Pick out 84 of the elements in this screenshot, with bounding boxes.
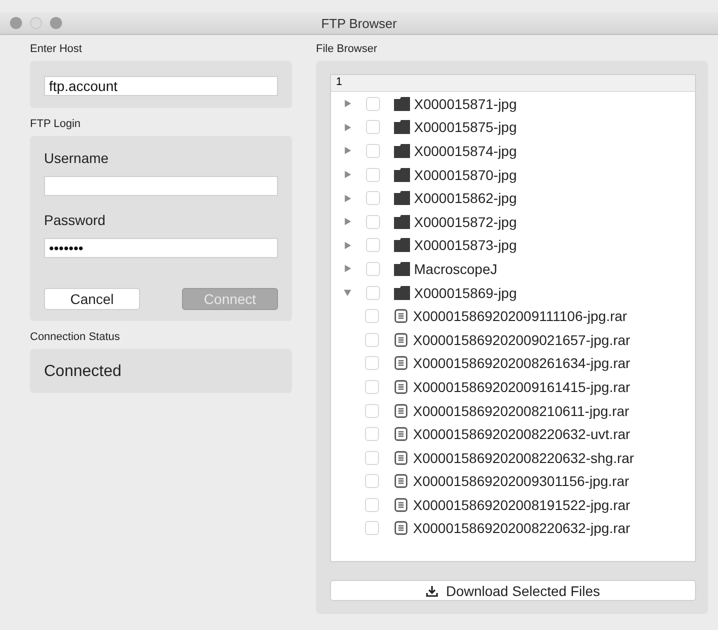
folder-icon (394, 262, 410, 276)
document-icon (393, 427, 409, 442)
file-name[interactable]: X000015869202009301156-jpg.rar (413, 473, 630, 490)
expand-arrow-icon[interactable] (343, 99, 352, 108)
file-name[interactable]: X000015869202008261634-jpg.rar (413, 355, 630, 372)
expand-arrow-icon[interactable] (343, 122, 352, 132)
host-field[interactable]: ftp.account (44, 76, 278, 96)
document-icon (393, 309, 409, 324)
collapse-arrow-icon[interactable] (343, 288, 352, 298)
expand-arrow-icon[interactable] (343, 264, 352, 274)
expand-arrow-icon[interactable] (343, 240, 352, 250)
folder-name[interactable]: X000015872-jpg (414, 214, 517, 230)
expand-arrow-icon[interactable] (343, 194, 352, 203)
checkbox[interactable] (365, 332, 379, 347)
file-name[interactable]: X000015869202009021657-jpg.rar (413, 332, 630, 348)
checkbox[interactable] (366, 120, 380, 134)
section-label: FTP Login (30, 118, 82, 130)
checkbox[interactable] (366, 262, 380, 276)
folder-name[interactable]: X000015870-jpg (414, 166, 517, 183)
file-name[interactable]: X000015869202008220632-jpg.rar (413, 520, 630, 536)
folder-name[interactable]: X000015875-jpg (414, 119, 517, 136)
checkbox[interactable] (365, 380, 379, 394)
checkbox[interactable] (365, 498, 379, 512)
document-icon (393, 356, 409, 370)
expand-arrow-icon[interactable] (343, 146, 352, 156)
zoom-icon[interactable] (50, 17, 62, 29)
folder-name[interactable]: X000015873-jpg (414, 237, 517, 254)
file-name[interactable]: X000015869202008220632-shg.rar (413, 450, 634, 466)
field-label: Password (44, 212, 106, 228)
status-text: Connected (44, 363, 122, 380)
checkbox[interactable] (366, 96, 380, 111)
file-name[interactable]: X000015869202008191522-jpg.rar (413, 496, 630, 513)
checkbox[interactable] (365, 404, 379, 418)
file-name[interactable]: X000015869202009161415-jpg.rar (413, 378, 630, 395)
document-icon (393, 332, 409, 347)
checkbox[interactable] (365, 450, 379, 465)
minimize-icon[interactable] (30, 17, 42, 29)
section-label: Connection Status (30, 331, 121, 343)
cancel-button[interactable]: Cancel (44, 288, 140, 310)
window-title: FTP Browser (321, 16, 397, 30)
folder-name[interactable]: X000015862-jpg (414, 190, 517, 206)
checkbox[interactable] (366, 168, 380, 182)
folder-name[interactable]: X000015871-jpg (414, 96, 517, 112)
checkbox[interactable] (365, 521, 379, 536)
document-icon (393, 450, 409, 465)
folder-icon (394, 191, 410, 206)
document-icon (393, 498, 409, 512)
folder-icon (394, 144, 410, 158)
file-name[interactable]: X000015869202008220632-uvt.rar (413, 426, 630, 442)
file-name[interactable]: X000015869202008210611-jpg.rar (413, 402, 630, 419)
document-icon (393, 474, 409, 488)
expand-arrow-icon[interactable] (343, 217, 352, 226)
document-icon (393, 380, 409, 394)
checkbox[interactable] (366, 286, 380, 300)
section-label: File Browser (316, 43, 378, 55)
checkbox[interactable] (366, 191, 380, 206)
download-icon (426, 584, 438, 596)
folder-icon (394, 214, 410, 229)
column-header: 1 (331, 75, 695, 92)
checkbox[interactable] (365, 356, 379, 370)
checkbox[interactable] (365, 309, 379, 324)
field-label: Username (44, 150, 110, 166)
folder-icon (394, 96, 410, 111)
checkbox[interactable] (366, 238, 380, 252)
download-button[interactable]: Download Selected Files (330, 580, 696, 601)
folder-icon (394, 168, 410, 182)
password-field[interactable]: ••••••• (44, 238, 278, 258)
checkbox[interactable] (365, 474, 379, 488)
folder-name[interactable]: X000015874-jpg (414, 142, 517, 159)
document-icon (393, 521, 409, 536)
folder-name[interactable]: MacroscopeJ (414, 260, 498, 277)
checkbox[interactable] (366, 214, 380, 229)
folder-name[interactable]: X000015869-jpg (414, 284, 517, 301)
username-field[interactable] (44, 176, 278, 196)
close-icon[interactable] (10, 17, 22, 29)
folder-icon (394, 286, 410, 300)
section-label: Enter Host (30, 43, 83, 55)
checkbox[interactable] (365, 427, 379, 442)
folder-icon (394, 120, 410, 134)
expand-arrow-icon[interactable] (343, 170, 352, 180)
file-name[interactable]: X000015869202009111106-jpg.rar (413, 308, 628, 324)
folder-icon (394, 238, 410, 252)
checkbox[interactable] (366, 144, 380, 158)
document-icon (393, 404, 409, 418)
